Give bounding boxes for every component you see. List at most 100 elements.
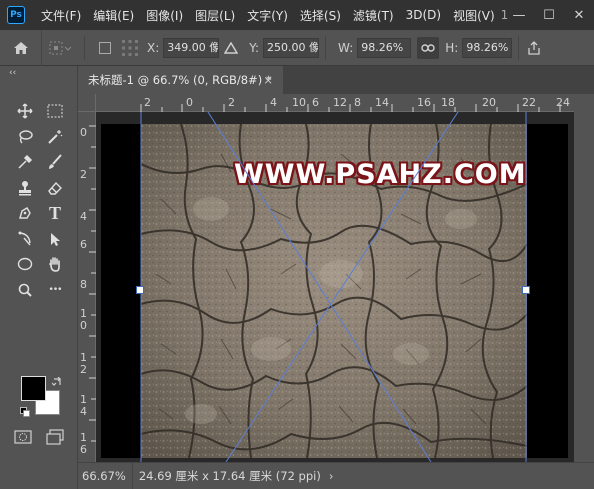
menu-image[interactable]: 图像(I): [140, 7, 189, 24]
divider: [84, 35, 85, 60]
menu-filter[interactable]: 滤镜(T): [347, 7, 400, 24]
horizontal-ruler[interactable]: 2 0 2 4 6 8 10 12 14 16 18 20 22 24: [96, 94, 574, 112]
menu-type[interactable]: 文字(Y): [241, 7, 294, 24]
more-icon[interactable]: •••: [42, 277, 68, 303]
ruler-tick-label: 1 0: [80, 307, 87, 332]
w-label: W:: [338, 40, 354, 55]
type-glyph: T: [48, 202, 61, 223]
minimize-button[interactable]: —: [504, 0, 534, 30]
type-icon[interactable]: T: [42, 200, 68, 226]
divider: [518, 35, 520, 60]
options-bar: X: 349.00 像 Y: 250.00 像 W: 98.26% H: 98.…: [0, 29, 594, 66]
transform-box-overlay[interactable]: [96, 112, 574, 462]
menu-layer[interactable]: 图层(L): [189, 7, 241, 24]
width-field[interactable]: 98.26%: [357, 37, 412, 58]
delta-icon[interactable]: [219, 41, 243, 54]
y-field[interactable]: 250.00 像: [263, 37, 320, 58]
zoom-icon[interactable]: [12, 277, 38, 303]
ruler-tick-label: 14: [375, 96, 389, 109]
x-label: X:: [147, 40, 160, 55]
tool-grid: T •••: [10, 98, 72, 302]
ruler-tick-label: 6: [312, 96, 319, 109]
ruler-tick-label: 10: [292, 96, 306, 109]
transform-handle-right[interactable]: [522, 286, 530, 294]
ruler-tick-label: 18: [441, 96, 455, 109]
window-controls: — ☐ ✕: [504, 0, 594, 30]
status-bar: 66.67% 24.69 厘米 x 17.64 厘米 (72 ppi) ›: [78, 462, 594, 489]
menu-3d[interactable]: 3D(D): [400, 8, 447, 22]
pen-icon[interactable]: [12, 200, 38, 226]
default-colors-icon[interactable]: [20, 406, 30, 420]
document-tab[interactable]: 未标题-1 @ 66.7% (0, RGB/8#) * ×: [78, 66, 283, 94]
close-button[interactable]: ✕: [564, 0, 594, 30]
ruler-tick-label: 1 4: [80, 393, 87, 418]
ruler-tick-label: 2: [80, 168, 87, 181]
ruler-tick-label: 0: [80, 126, 87, 139]
home-button[interactable]: [0, 29, 42, 66]
transform-reference-icon[interactable]: [42, 30, 78, 66]
vertical-ruler[interactable]: 0 2 4 6 8 1 0 1 2 1 4 1 6: [78, 112, 96, 462]
height-field[interactable]: 98.26%: [462, 37, 513, 58]
ruler-tick-label: 4: [270, 96, 277, 109]
ruler-tick-label: 6: [80, 238, 87, 251]
collapse-panel-icon[interactable]: ‹‹: [9, 68, 16, 78]
brush-icon[interactable]: [42, 149, 68, 175]
home-icon: [13, 41, 28, 54]
path-select-icon[interactable]: [12, 226, 38, 252]
canvas-area[interactable]: WWW.PSAHZ.COM: [96, 112, 574, 462]
photoshop-logo-icon[interactable]: Ps: [7, 6, 25, 24]
vertical-scrollbar[interactable]: [574, 94, 594, 462]
ruler-tick-label: 16: [417, 96, 431, 109]
document-info: 24.69 厘米 x 17.64 厘米 (72 ppi): [138, 469, 321, 483]
eraser-icon[interactable]: [42, 175, 68, 201]
share-icon[interactable]: [525, 40, 543, 55]
eyedropper-icon[interactable]: [12, 149, 38, 175]
menu-edit[interactable]: 编辑(E): [87, 7, 140, 24]
marquee-icon[interactable]: [42, 98, 68, 124]
more-glyph: •••: [48, 284, 63, 295]
ruler-tick-label: 1 6: [80, 431, 87, 456]
document-tab-bar: 未标题-1 @ 66.7% (0, RGB/8#) * ×: [78, 66, 594, 94]
zoom-level[interactable]: 66.67%: [78, 462, 133, 489]
foreground-color-swatch[interactable]: [21, 376, 46, 401]
maximize-button[interactable]: ☐: [534, 0, 564, 30]
ruler-corner: [78, 94, 96, 112]
screen-mode-icon[interactable]: [46, 429, 64, 448]
y-label: Y:: [249, 40, 260, 55]
reference-grid-icon[interactable]: [119, 37, 141, 59]
ruler-tick-label: 0: [186, 96, 193, 109]
transform-handle-left[interactable]: [136, 286, 144, 294]
ruler-tick-label: 24: [556, 96, 570, 109]
ellipse-icon[interactable]: [12, 251, 38, 277]
ruler-tick-label: 12: [333, 96, 347, 109]
quick-mask-icon[interactable]: [14, 430, 32, 447]
x-field[interactable]: 349.00 像: [163, 37, 220, 58]
close-tab-icon[interactable]: ×: [263, 66, 273, 94]
lasso-icon[interactable]: [12, 124, 38, 150]
swap-colors-icon[interactable]: [51, 376, 62, 390]
link-icon: [421, 43, 435, 52]
document-tab-title: 未标题-1 @ 66.7% (0, RGB/8#) *: [88, 73, 272, 87]
hand-icon[interactable]: [42, 251, 68, 277]
ruler-tick-label: 8: [354, 96, 361, 109]
ruler-tick-label: 20: [482, 96, 496, 109]
menu-view[interactable]: 视图(V): [447, 7, 501, 24]
ruler-tick-label: 2: [228, 96, 235, 109]
move-icon[interactable]: [12, 98, 38, 124]
link-proportions-button[interactable]: [417, 36, 440, 59]
divider: [325, 35, 327, 60]
status-menu-arrow[interactable]: ›: [329, 469, 334, 483]
h-label: H:: [445, 40, 459, 55]
ruler-tick-label: 4: [80, 210, 87, 223]
ruler-tick-label: 8: [80, 278, 87, 291]
magic-wand-icon[interactable]: [42, 124, 68, 150]
ruler-tick-label: 1 2: [80, 351, 87, 376]
stamp-icon[interactable]: [12, 175, 38, 201]
ruler-tick-label: 22: [522, 96, 536, 109]
menu-file[interactable]: 文件(F): [35, 7, 87, 24]
direct-select-icon[interactable]: [42, 226, 68, 252]
menu-select[interactable]: 选择(S): [294, 7, 347, 24]
menu-bar: Ps 文件(F) 编辑(E) 图像(I) 图层(L) 文字(Y) 选择(S) 滤…: [0, 0, 594, 30]
ruler-tick-label: 2: [144, 96, 151, 109]
reference-point-checkbox[interactable]: [99, 41, 111, 54]
